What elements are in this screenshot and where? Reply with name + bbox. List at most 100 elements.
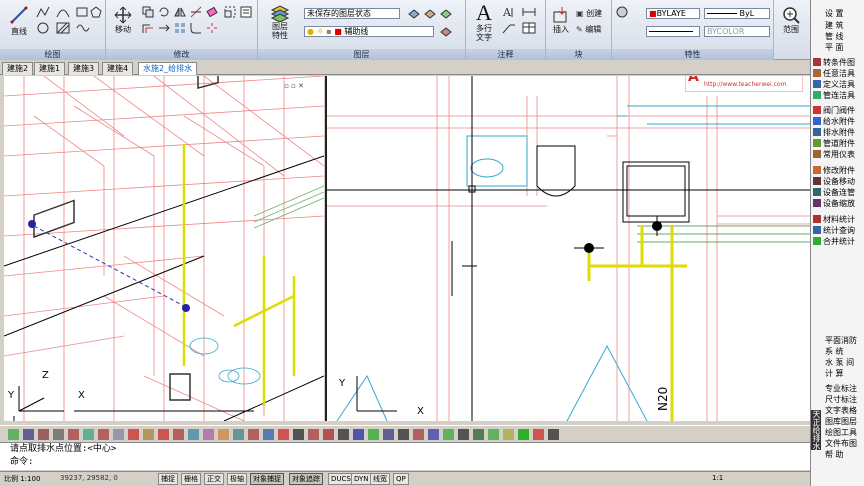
command-prompt[interactable]: 命令:	[10, 456, 810, 469]
toolbar-tool-icon[interactable]	[83, 429, 94, 440]
toolbar-tool-icon[interactable]	[338, 429, 349, 440]
layer-properties-button[interactable]: 图层 特性	[262, 4, 298, 44]
tab-jianshi4[interactable]: 建施4	[102, 62, 134, 75]
pal-tool-item[interactable]: 设备缩放	[813, 198, 859, 209]
pal-system[interactable]: 系 统	[825, 346, 864, 357]
spline-icon[interactable]	[76, 22, 90, 34]
toolbar-tool-icon[interactable]	[218, 429, 229, 440]
color-combo[interactable]: ■BYLAYE	[646, 8, 700, 19]
trim-icon[interactable]	[190, 6, 202, 18]
toolbar-tool-icon[interactable]	[53, 429, 64, 440]
polyline-icon[interactable]	[36, 6, 50, 18]
pal-top-building[interactable]: 建 筑	[825, 20, 864, 31]
toolbar-tool-icon[interactable]	[323, 429, 334, 440]
toolbar-tool-icon[interactable]	[368, 429, 379, 440]
line-button[interactable]: 直线	[6, 4, 32, 42]
properties-match-icon[interactable]	[240, 6, 252, 18]
status-toggle-button[interactable]: QP	[393, 473, 409, 485]
toolbar-tool-icon[interactable]	[113, 429, 124, 440]
pal-top-plan[interactable]: 平 面	[825, 42, 864, 53]
toolbar-tool-icon[interactable]	[398, 429, 409, 440]
toolbar-tool-icon[interactable]	[548, 429, 559, 440]
toolbar-tool-icon[interactable]	[68, 429, 79, 440]
layer-state-combo[interactable]: 未保存的图层状态	[304, 8, 400, 19]
layer-tool-icon-4[interactable]	[440, 26, 452, 38]
toolbar-tool-icon[interactable]	[503, 429, 514, 440]
fillet-icon[interactable]	[190, 22, 202, 34]
toolbar-tool-icon[interactable]	[413, 429, 424, 440]
tab-shuishi2-water[interactable]: 水施2_给排水	[138, 62, 198, 75]
tab-jianshi1[interactable]: 建施1	[34, 62, 66, 75]
toolbar-tool-icon[interactable]	[293, 429, 304, 440]
toolbar-tool-icon[interactable]	[38, 429, 49, 440]
status-toggle-button[interactable]: DUCS	[328, 473, 354, 485]
status-toggle-button[interactable]: 极轴	[227, 473, 247, 485]
annotation-scale[interactable]: 1:1	[712, 474, 723, 482]
pal-library-layer[interactable]: 图库图层	[825, 416, 864, 427]
toolbar-tool-icon[interactable]	[533, 429, 544, 440]
match-properties-icon[interactable]	[616, 6, 628, 18]
toolbar-tool-icon[interactable]	[23, 429, 34, 440]
status-toggle-button[interactable]: 捕捉	[158, 473, 178, 485]
polygon-icon[interactable]	[90, 6, 102, 18]
hatch-icon[interactable]	[56, 22, 70, 34]
toolbar-tool-icon[interactable]	[233, 429, 244, 440]
status-toggle-button[interactable]: 对象捕捉	[250, 473, 284, 485]
pal-tool-item[interactable]: 材料统计	[813, 214, 859, 225]
pal-tool-item[interactable]: 常用仪表	[813, 149, 859, 160]
toolbar-tool-icon[interactable]	[308, 429, 319, 440]
current-layer-combo[interactable]: ● ☼ ▪ ■ 辅助线	[304, 26, 434, 37]
viewport-plan[interactable]: Y X N20 A http://www.teacherwei.com	[325, 76, 810, 421]
toolbar-tool-icon[interactable]	[248, 429, 259, 440]
layer-tool-icon-3[interactable]	[440, 8, 452, 20]
circle-icon[interactable]	[36, 22, 50, 34]
pal-tool-item[interactable]: 统计查询	[813, 225, 859, 236]
status-toggle-button[interactable]: 栅格	[181, 473, 201, 485]
toolbar-tool-icon[interactable]	[98, 429, 109, 440]
layer-tool-icon-2[interactable]	[424, 8, 436, 20]
toolbar-tool-icon[interactable]	[8, 429, 19, 440]
rotate-icon[interactable]	[158, 6, 170, 18]
insert-button[interactable]: 插入	[548, 6, 574, 42]
status-toggle-button[interactable]: DYN	[351, 473, 372, 485]
dimension-icon[interactable]	[522, 6, 536, 18]
command-window[interactable]: 请点取排水点位置:<中心> 命令:	[0, 443, 810, 470]
pal-fire-plan[interactable]: 平面消防	[825, 335, 864, 346]
edit-block-button[interactable]: ✎ 编辑	[576, 24, 610, 35]
create-block-button[interactable]: ▣ 创建	[576, 8, 610, 19]
toolbar-tool-icon[interactable]	[518, 429, 529, 440]
table-icon[interactable]	[522, 22, 536, 34]
toolbar-tool-icon[interactable]	[473, 429, 484, 440]
tab-jianshi2[interactable]: 建施2	[2, 62, 34, 75]
pal-draw-tools[interactable]: 绘图工具	[825, 427, 864, 438]
array-icon[interactable]	[174, 22, 186, 34]
pal-tool-item[interactable]: 转条件图	[813, 57, 859, 68]
pal-dimension[interactable]: 尺寸标注	[825, 394, 864, 405]
scale-icon[interactable]	[224, 6, 236, 18]
range-button[interactable]: 范围	[776, 6, 806, 46]
tab-jianshi3[interactable]: 建施3	[68, 62, 100, 75]
pal-tool-item[interactable]: 合并统计	[813, 236, 859, 247]
pal-tool-item[interactable]: 任意洁具	[813, 68, 859, 79]
toolbar-tool-icon[interactable]	[383, 429, 394, 440]
pal-tool-item[interactable]: 给水附件	[813, 116, 859, 127]
pal-text-table[interactable]: 文字表格	[825, 405, 864, 416]
leader-icon[interactable]	[502, 22, 516, 34]
plotstyle-combo[interactable]: BYCOLOR	[704, 26, 770, 37]
arc-icon[interactable]	[56, 6, 70, 18]
pal-top-pipes[interactable]: 管 线	[825, 31, 864, 42]
pal-tool-item[interactable]: 管道附件	[813, 138, 859, 149]
viewport-controls[interactable]: ▫ ▫ ✕	[284, 82, 304, 90]
text-style-icon[interactable]: A	[502, 6, 516, 18]
pal-help[interactable]: 帮 助	[825, 449, 864, 460]
viewport-isometric[interactable]: Y Z X ▫ ▫ ✕	[4, 76, 324, 421]
toolbar-tool-icon[interactable]	[203, 429, 214, 440]
layer-tool-icon-1[interactable]	[408, 8, 420, 20]
pal-file-layout[interactable]: 文件布图	[825, 438, 864, 449]
scale-indicator[interactable]: 比例 1:100	[4, 474, 40, 484]
erase-icon[interactable]	[206, 6, 218, 18]
toolbar-tool-icon[interactable]	[173, 429, 184, 440]
explode-icon[interactable]	[206, 22, 218, 34]
move-button[interactable]: 移动	[110, 6, 136, 42]
toolbar-tool-icon[interactable]	[458, 429, 469, 440]
